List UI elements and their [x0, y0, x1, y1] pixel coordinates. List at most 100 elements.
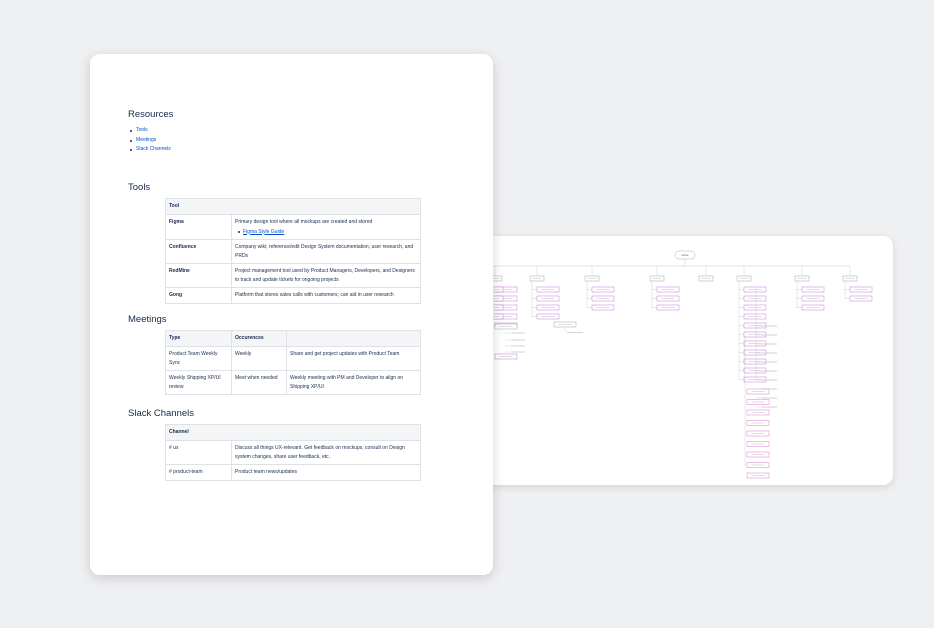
sitemap-page-node-text [751, 433, 765, 434]
meetings-header-occurences: Occurences [231, 330, 287, 347]
sitemap-page-node-text [661, 298, 675, 299]
sitemap-page-node-text [499, 356, 513, 357]
link-tools[interactable]: Tools [130, 126, 171, 136]
sitemap-leaf-label [511, 332, 525, 334]
sitemap-page-node-text [661, 307, 675, 308]
tool-name: Figma [165, 214, 232, 240]
meeting-description: Share and get project updates with Produ… [286, 346, 421, 371]
sitemap-page-node-text [748, 289, 762, 290]
sitemap-page-node-text [748, 379, 762, 380]
table-row: # product-team Product team news/updates [165, 464, 421, 481]
sitemap-page-node-text [596, 289, 610, 290]
sitemap-page-node-text [541, 298, 555, 299]
sitemap-category-node-text [701, 278, 711, 279]
sitemap-diagram: Home [485, 250, 873, 479]
sitemap-page-node-text [541, 289, 555, 290]
sitemap-leaf-label [761, 370, 777, 372]
sitemap-page-node-text [748, 334, 762, 335]
sitemap-page-node-text [748, 298, 762, 299]
tool-name: RedMine [165, 263, 232, 288]
sitemap-page-node-text [541, 316, 555, 317]
channel-description: Product team news/updates [231, 464, 421, 481]
sitemap-page-node-text [596, 298, 610, 299]
sitemap-leaf-label [761, 343, 777, 345]
sitemap-root-label: Home [682, 253, 689, 257]
sitemap-page-node-text [806, 298, 820, 299]
tool-description: Company wiki; reference/edit Design Syst… [231, 239, 421, 264]
table-header-row: Channel [165, 424, 421, 441]
table-row: Weekly Shipping XP/UI review Meet when n… [165, 370, 421, 395]
sitemap-leaf-label [567, 332, 583, 333]
sitemap-page-node-text [751, 422, 765, 424]
sitemap-page-node-text [596, 307, 610, 308]
resources-link-list: Tools Meetings Slack Channels [128, 126, 171, 155]
tool-name: Confluence [165, 239, 232, 264]
document-card: Resources Tools Meetings Slack Channels … [90, 54, 493, 575]
sitemap-leaf-label [761, 397, 777, 399]
tools-header-tool: Tool [165, 198, 421, 215]
tool-name: Gong [165, 287, 232, 304]
table-row: Confluence Company wiki; reference/edit … [165, 239, 421, 264]
table-row: Gong Platform that stores sales calls wi… [165, 287, 421, 304]
sitemap-page-node-text [751, 475, 765, 476]
sitemap-leaf-label [761, 406, 777, 408]
link-meetings[interactable]: Meetings [130, 136, 171, 146]
table-header-row: Type Occurences [165, 330, 421, 347]
sitemap-category-node-text [797, 278, 807, 279]
table-row: # ux Discuss all things UX-relevant. Get… [165, 440, 421, 465]
sitemap-page-node-text [854, 298, 868, 299]
meetings-table: Type Occurences Product Team Weekly Sync… [165, 330, 421, 395]
sitemap-page-node-text [751, 401, 765, 403]
sitemap-leaf-label [761, 361, 777, 363]
tool-description: Primary design tool where all mockups ar… [231, 214, 421, 240]
sitemap-page-node-text [661, 289, 675, 290]
slack-header-channel: Channel [165, 424, 421, 441]
sitemap-page-node-text [751, 454, 765, 455]
table-row: Product Team Weekly Sync Weekly Share an… [165, 346, 421, 371]
slack-channels-table: Channel # ux Discuss all things UX-relev… [165, 424, 421, 481]
meetings-heading: Meetings [128, 314, 167, 325]
sitemap-page-node-text [806, 289, 820, 290]
sitemap-page-node-text [748, 316, 762, 317]
sitemap-category-node-text [587, 278, 597, 279]
channel-name: # product-team [165, 464, 232, 481]
channel-description: Discuss all things UX-relevant. Get feed… [231, 440, 421, 465]
sitemap-category-node-text [739, 278, 749, 279]
sitemap-page-node-text [748, 361, 762, 362]
sitemap-category-node-text [845, 278, 855, 279]
meetings-header-type: Type [165, 330, 232, 347]
meeting-occurrence: Weekly [231, 346, 287, 371]
link-slack-channels[interactable]: Slack Channels [130, 145, 171, 155]
meeting-description: Weekly meeting with PM and Developer to … [286, 370, 421, 395]
channel-name: # ux [165, 440, 232, 465]
meetings-header-description [286, 330, 421, 347]
sitemap-page-node-text [751, 443, 765, 445]
sitemap-leaf-label [511, 345, 525, 347]
tools-table: Tool Figma Primary design tool where all… [165, 198, 421, 304]
tool-description-text: Primary design tool where all mockups ar… [235, 219, 373, 225]
meeting-type: Product Team Weekly Sync [165, 346, 232, 371]
sitemap-category-node-text [532, 278, 542, 279]
sitemap-page-node-text [751, 412, 765, 413]
sitemap-page-node-text [748, 343, 762, 344]
sitemap-leaf-label [761, 379, 777, 381]
sitemap-leaf-label [761, 352, 777, 354]
slack-channels-heading: Slack Channels [128, 408, 195, 419]
tools-heading: Tools [128, 182, 151, 193]
sitemap-page-node-text [748, 352, 762, 353]
table-row: Figma Primary design tool where all mock… [165, 214, 421, 240]
sitemap-page-node-text [499, 326, 513, 327]
figma-style-guide-link[interactable]: Figma Style Guide [238, 228, 417, 237]
sitemap-page-node-text [854, 289, 868, 290]
tool-sub-list: Figma Style Guide [235, 228, 417, 237]
resources-heading: Resources [128, 109, 174, 120]
table-row: RedMine Project management tool used by … [165, 263, 421, 288]
sitemap-page-node-text [541, 307, 555, 308]
sitemap-category-node-text [652, 278, 662, 279]
sitemap-page-node-text [558, 324, 572, 325]
sitemap-leaf-label [511, 351, 525, 353]
table-header-row: Tool [165, 198, 421, 215]
sitemap-page-node-text [751, 464, 765, 466]
meeting-occurrence: Meet when needed [231, 370, 287, 395]
sitemap-leaf-label [511, 339, 525, 341]
